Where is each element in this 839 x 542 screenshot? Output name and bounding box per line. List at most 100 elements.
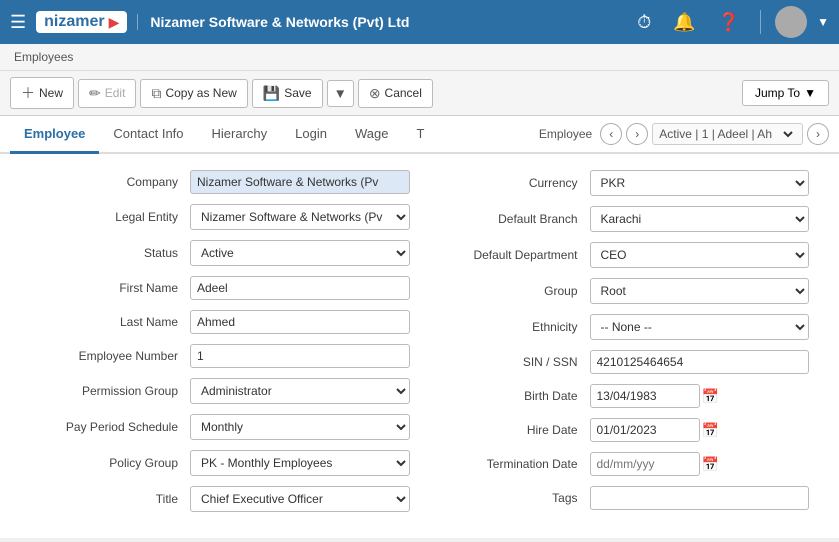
termination-date-calendar-icon[interactable]: 📅 <box>702 456 719 473</box>
hire-date-calendar-icon[interactable]: 📅 <box>702 422 719 439</box>
app-title: Nizamer Software & Networks (Pvt) Ltd <box>137 14 409 30</box>
copy-label: Copy as New <box>165 86 236 100</box>
next-employee-button[interactable]: › <box>626 123 648 145</box>
hire-date-input[interactable] <box>590 418 700 442</box>
nav-divider <box>760 10 761 34</box>
edit-label: Edit <box>105 86 126 100</box>
birth-date-input[interactable] <box>590 384 700 408</box>
breadcrumb: Employees <box>0 44 839 71</box>
first-name-label: First Name <box>30 281 190 295</box>
avatar[interactable] <box>775 6 807 38</box>
ethnicity-select[interactable]: -- None -- <box>590 314 810 340</box>
sin-ssn-label: SIN / SSN <box>430 355 590 369</box>
hire-date-row: Hire Date 📅 <box>430 418 810 442</box>
copy-icon: ⧉ <box>151 85 161 102</box>
employee-status-text: Active | 1 | Adeel | Ah <box>659 127 772 141</box>
timer-icon[interactable]: ⏱ <box>631 12 657 33</box>
company-input[interactable] <box>190 170 410 194</box>
tab-employee[interactable]: Employee <box>10 116 99 154</box>
sin-ssn-input[interactable] <box>590 350 810 374</box>
toolbar: ＋ New ✏ Edit ⧉ Copy as New 💾 Save ▼ ⊗ Ca… <box>0 71 839 116</box>
employee-nav-label: Employee <box>539 127 592 141</box>
status-row: Status Active Inactive <box>30 240 410 266</box>
legal-entity-select[interactable]: Nizamer Software & Networks (Pv <box>190 204 410 230</box>
last-name-label: Last Name <box>30 315 190 329</box>
tab-contact-info[interactable]: Contact Info <box>99 116 197 154</box>
birth-date-label: Birth Date <box>430 389 590 403</box>
employee-number-input[interactable] <box>190 344 410 368</box>
save-button[interactable]: 💾 Save <box>252 79 323 108</box>
policy-group-select[interactable]: PK - Monthly Employees <box>190 450 410 476</box>
hire-date-wrapper: 📅 <box>590 418 719 442</box>
top-nav: ☰ nizamer ▶ Nizamer Software & Networks … <box>0 0 839 44</box>
tab-nav-icons: Employee ‹ › Active | 1 | Adeel | Ah › <box>539 123 829 145</box>
bell-icon[interactable]: 🔔 <box>667 12 701 33</box>
legal-entity-label: Legal Entity <box>30 210 190 224</box>
employee-status-select[interactable] <box>776 126 796 142</box>
logo: nizamer ▶ <box>36 11 127 33</box>
default-dept-row: Default Department CEO Finance IT <box>430 242 810 268</box>
title-select[interactable]: Chief Executive Officer Manager Director <box>190 486 410 512</box>
pay-period-select[interactable]: Monthly Weekly Bi-Weekly <box>190 414 410 440</box>
pay-period-label: Pay Period Schedule <box>30 420 190 434</box>
tab-hierarchy[interactable]: Hierarchy <box>198 116 282 154</box>
prev-employee-button[interactable]: ‹ <box>600 123 622 145</box>
birth-date-row: Birth Date 📅 <box>430 384 810 408</box>
company-row: Company <box>30 170 410 194</box>
default-branch-select[interactable]: Karachi Lahore Islamabad <box>590 206 810 232</box>
ethnicity-row: Ethnicity -- None -- <box>430 314 810 340</box>
currency-row: Currency PKR USD EUR <box>430 170 810 196</box>
cancel-icon: ⊗ <box>369 85 381 102</box>
tags-label: Tags <box>430 491 590 505</box>
status-label: Status <box>30 246 190 260</box>
policy-group-label: Policy Group <box>30 456 190 470</box>
last-name-input[interactable] <box>190 310 410 334</box>
edit-button[interactable]: ✏ Edit <box>78 79 136 108</box>
jump-to-icon: ▼ <box>804 86 816 100</box>
tab-t[interactable]: T <box>402 116 438 154</box>
group-select[interactable]: Root Branch <box>590 278 810 304</box>
employee-number-row: Employee Number <box>30 344 410 368</box>
save-dropdown-button[interactable]: ▼ <box>327 80 354 107</box>
permission-group-label: Permission Group <box>30 384 190 398</box>
termination-date-row: Termination Date 📅 <box>430 452 810 476</box>
form-right-col: Currency PKR USD EUR Default Branch Kara… <box>420 170 820 522</box>
group-row: Group Root Branch <box>430 278 810 304</box>
form-grid: Company Legal Entity Nizamer Software & … <box>20 170 819 522</box>
birth-date-wrapper: 📅 <box>590 384 719 408</box>
tab-login[interactable]: Login <box>281 116 341 154</box>
form-left-col: Company Legal Entity Nizamer Software & … <box>20 170 420 522</box>
default-dept-select[interactable]: CEO Finance IT <box>590 242 810 268</box>
legal-entity-row: Legal Entity Nizamer Software & Networks… <box>30 204 410 230</box>
employee-number-label: Employee Number <box>30 349 190 363</box>
tags-row: Tags <box>430 486 810 510</box>
tab-wage[interactable]: Wage <box>341 116 402 154</box>
company-label: Company <box>30 175 190 189</box>
help-icon[interactable]: ❓ <box>712 12 746 33</box>
cancel-button[interactable]: ⊗ Cancel <box>358 79 433 108</box>
cancel-label: Cancel <box>385 86 422 100</box>
save-label: Save <box>284 86 311 100</box>
new-button[interactable]: ＋ New <box>10 77 74 109</box>
new-label: New <box>39 86 63 100</box>
copy-button[interactable]: ⧉ Copy as New <box>140 79 247 108</box>
employee-nav-next-button[interactable]: › <box>807 123 829 145</box>
permission-group-select[interactable]: Administrator Standard <box>190 378 410 404</box>
currency-select[interactable]: PKR USD EUR <box>590 170 810 196</box>
hamburger-icon[interactable]: ☰ <box>10 12 26 33</box>
logo-arrow: ▶ <box>109 14 120 31</box>
first-name-input[interactable] <box>190 276 410 300</box>
jump-to-button[interactable]: Jump To ▼ <box>742 80 829 106</box>
termination-date-wrapper: 📅 <box>590 452 719 476</box>
sin-ssn-row: SIN / SSN <box>430 350 810 374</box>
tabs-bar: Employee Contact Info Hierarchy Login Wa… <box>0 116 839 154</box>
currency-label: Currency <box>430 176 590 190</box>
birth-date-calendar-icon[interactable]: 📅 <box>702 388 719 405</box>
termination-date-input[interactable] <box>590 452 700 476</box>
pay-period-row: Pay Period Schedule Monthly Weekly Bi-We… <box>30 414 410 440</box>
status-select[interactable]: Active Inactive <box>190 240 410 266</box>
tags-input[interactable] <box>590 486 810 510</box>
avatar-dropdown-icon[interactable]: ▼ <box>817 15 829 29</box>
last-name-row: Last Name <box>30 310 410 334</box>
jump-to-label: Jump To <box>755 86 800 100</box>
